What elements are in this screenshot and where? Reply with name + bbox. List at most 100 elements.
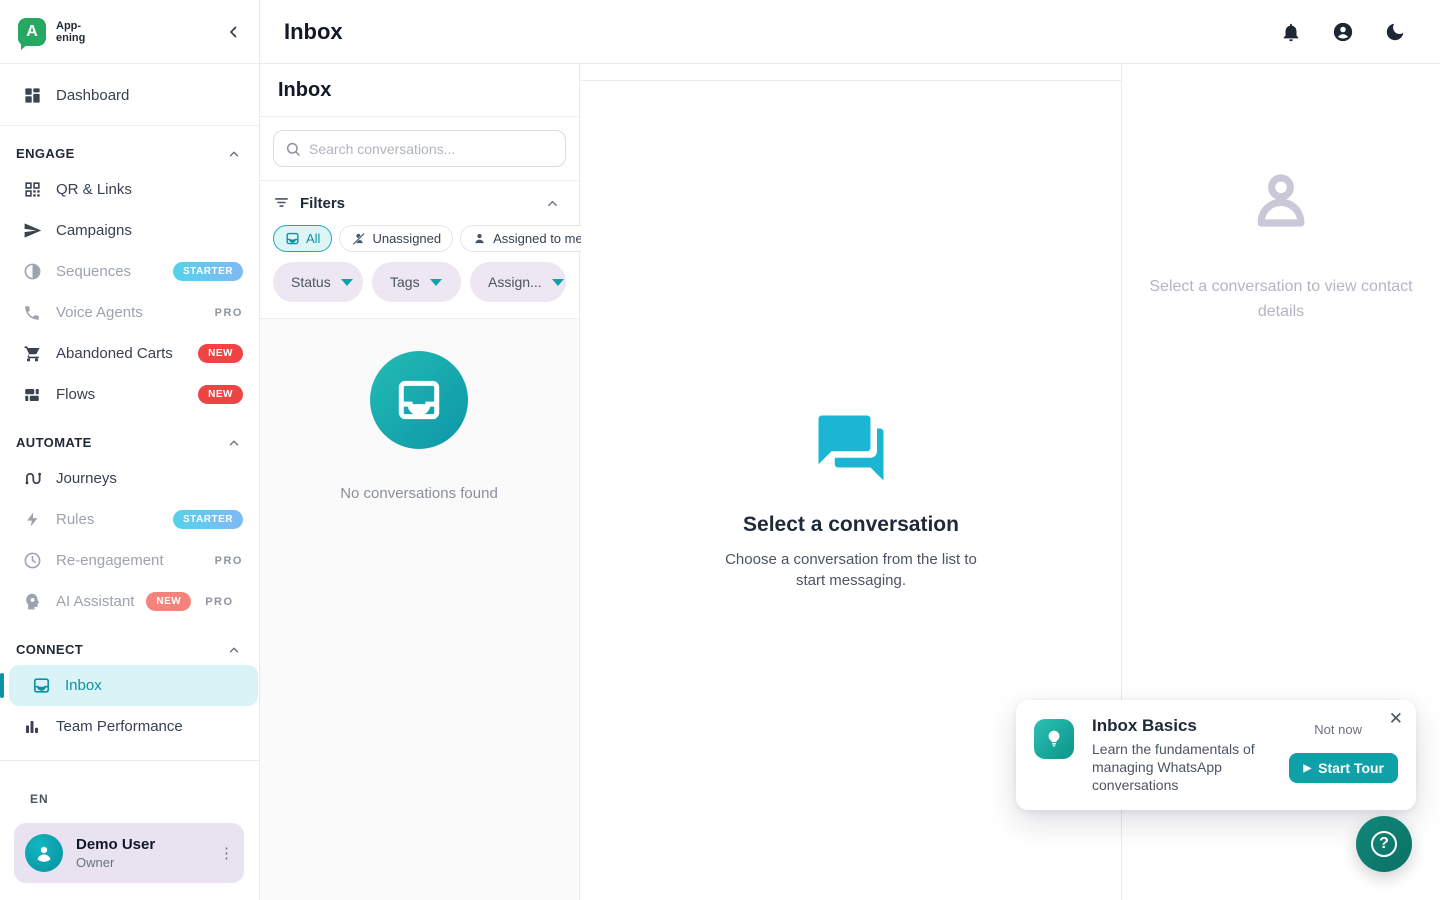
start-tour-label: Start Tour <box>1318 760 1384 776</box>
filter-chip-unassigned[interactable]: Unassigned <box>339 225 453 252</box>
filter-chips: All Unassigned Assigned to me <box>273 225 566 252</box>
logo-row: A App- ening <box>0 0 259 64</box>
chip-label: Assigned to me <box>493 231 583 246</box>
sidebar-item-rules[interactable]: Rules STARTER <box>0 499 259 540</box>
caret-down-icon <box>552 279 564 286</box>
sidebar-item-label: Journeys <box>56 470 117 487</box>
sidebar-item-label: Team Performance <box>56 718 183 735</box>
start-tour-button[interactable]: ▶ Start Tour <box>1289 753 1398 783</box>
chevron-up-icon[interactable] <box>545 196 560 211</box>
sidebar-item-activity-heatmap[interactable]: Activity Heatmap <box>0 747 259 760</box>
section-header-engage[interactable]: ENGAGE <box>0 126 259 169</box>
logo-letter: A <box>26 23 38 41</box>
question-mark-icon: ? <box>1371 831 1397 857</box>
pro-label: PRO <box>205 596 233 608</box>
assignee-dropdown[interactable]: Assign... <box>470 262 566 302</box>
status-dropdown[interactable]: Status <box>273 262 363 302</box>
chat-bubbles-icon <box>812 409 890 487</box>
person-icon <box>472 231 487 246</box>
section-header-automate[interactable]: AUTOMATE <box>0 415 259 458</box>
search-input[interactable] <box>309 141 554 157</box>
search-icon <box>285 141 301 157</box>
sidebar-nav: Dashboard ENGAGE QR & Links Campaigns Se… <box>0 64 259 760</box>
chat-empty-body: Choose a conversation from the list to s… <box>716 549 986 591</box>
ai-assistant-icon <box>22 592 42 612</box>
filter-icon <box>273 194 291 212</box>
sidebar-item-qr-links[interactable]: QR & Links <box>0 169 259 210</box>
sidebar-item-voice-agents[interactable]: Voice Agents PRO <box>0 292 259 333</box>
sidebar-item-abandoned-carts[interactable]: Abandoned Carts NEW <box>0 333 259 374</box>
app-logo-icon: A <box>18 18 46 46</box>
lightning-icon <box>22 510 42 530</box>
starter-badge: STARTER <box>173 510 243 529</box>
filter-chip-all[interactable]: All <box>273 225 332 252</box>
sidebar-item-label: Inbox <box>65 677 102 694</box>
logo-line1: App- <box>56 20 85 32</box>
user-role: Owner <box>76 855 155 870</box>
new-badge: NEW <box>146 592 191 611</box>
dropdown-label: Tags <box>390 274 420 290</box>
search-row <box>260 117 579 181</box>
sidebar-collapse-button[interactable] <box>225 23 243 41</box>
filter-dropdowns: Status Tags Assign... <box>273 262 566 302</box>
chip-label: All <box>306 231 320 246</box>
chevron-left-icon <box>225 23 243 41</box>
close-icon[interactable]: ✕ <box>1389 710 1403 727</box>
not-now-button[interactable]: Not now <box>1314 722 1362 737</box>
filter-chip-assigned-to-me[interactable]: Assigned to me <box>460 225 595 252</box>
dropdown-label: Status <box>291 274 331 290</box>
caret-down-icon <box>341 279 353 286</box>
logo-line2: ening <box>56 32 85 44</box>
sidebar-item-ai-assistant[interactable]: AI Assistant NEW PRO <box>0 581 259 622</box>
sidebar-item-label: Re-engagement <box>56 552 164 569</box>
sidebar-item-dashboard[interactable]: Dashboard <box>0 75 259 116</box>
user-card[interactable]: Demo User Owner ⋮ <box>14 823 244 883</box>
dark-mode-moon-icon[interactable] <box>1384 21 1406 43</box>
qr-code-icon <box>22 180 42 200</box>
active-indicator <box>0 673 4 698</box>
pro-label: PRO <box>215 555 243 567</box>
sidebar-item-label: Dashboard <box>56 87 129 104</box>
sidebar-item-team-performance[interactable]: Team Performance <box>0 706 259 747</box>
account-icon[interactable] <box>1332 21 1354 43</box>
user-menu-button[interactable]: ⋮ <box>219 844 234 862</box>
app-logo-text: App- ening <box>56 20 85 44</box>
section-title: ENGAGE <box>16 146 75 161</box>
tags-dropdown[interactable]: Tags <box>372 262 461 302</box>
inbox-icon <box>394 375 444 425</box>
filters-header[interactable]: Filters <box>273 194 566 212</box>
sidebar-item-flows[interactable]: Flows NEW <box>0 374 259 415</box>
language-selector[interactable]: EN <box>30 792 49 806</box>
page-title: Inbox <box>284 19 343 45</box>
sidebar-footer: EN Demo User Owner ⋮ <box>0 760 259 900</box>
search-box[interactable] <box>273 130 566 167</box>
chevron-up-icon <box>227 147 241 161</box>
sidebar-item-inbox[interactable]: Inbox <box>9 665 258 706</box>
sidebar-item-label: AI Assistant <box>56 593 134 610</box>
section-header-connect[interactable]: CONNECT <box>0 622 259 665</box>
bar-chart-icon <box>22 717 42 737</box>
sidebar-item-journeys[interactable]: Journeys <box>0 458 259 499</box>
pro-label: PRO <box>215 307 243 319</box>
filters-label: Filters <box>300 195 345 212</box>
conversations-panel: Inbox Filters All Unassigned <box>260 64 580 900</box>
inbox-basics-toast: Inbox Basics Learn the fundamentals of m… <box>1016 700 1416 810</box>
chat-empty-title: Select a conversation <box>743 513 959 537</box>
contact-empty-state: Select a conversation to view contact de… <box>1122 168 1440 324</box>
empty-list-message: No conversations found <box>340 485 498 502</box>
sidebar-item-campaigns[interactable]: Campaigns <box>0 210 259 251</box>
help-button[interactable]: ? <box>1356 816 1412 872</box>
notifications-bell-icon[interactable] <box>1280 21 1302 43</box>
user-avatar <box>25 834 63 872</box>
person-slash-icon <box>351 231 366 246</box>
conversations-heading: Inbox <box>278 79 331 102</box>
conversations-header: Inbox <box>260 64 579 117</box>
sidebar-item-sequences[interactable]: Sequences STARTER <box>0 251 259 292</box>
sidebar-item-label: QR & Links <box>56 181 132 198</box>
dropdown-label: Assign... <box>488 274 542 290</box>
starter-badge: STARTER <box>173 262 243 281</box>
conversation-list: No conversations found <box>260 319 578 900</box>
chat-empty-state: Select a conversation Choose a conversat… <box>581 409 1121 591</box>
send-icon <box>22 221 42 241</box>
sidebar-item-re-engagement[interactable]: Re-engagement PRO <box>0 540 259 581</box>
